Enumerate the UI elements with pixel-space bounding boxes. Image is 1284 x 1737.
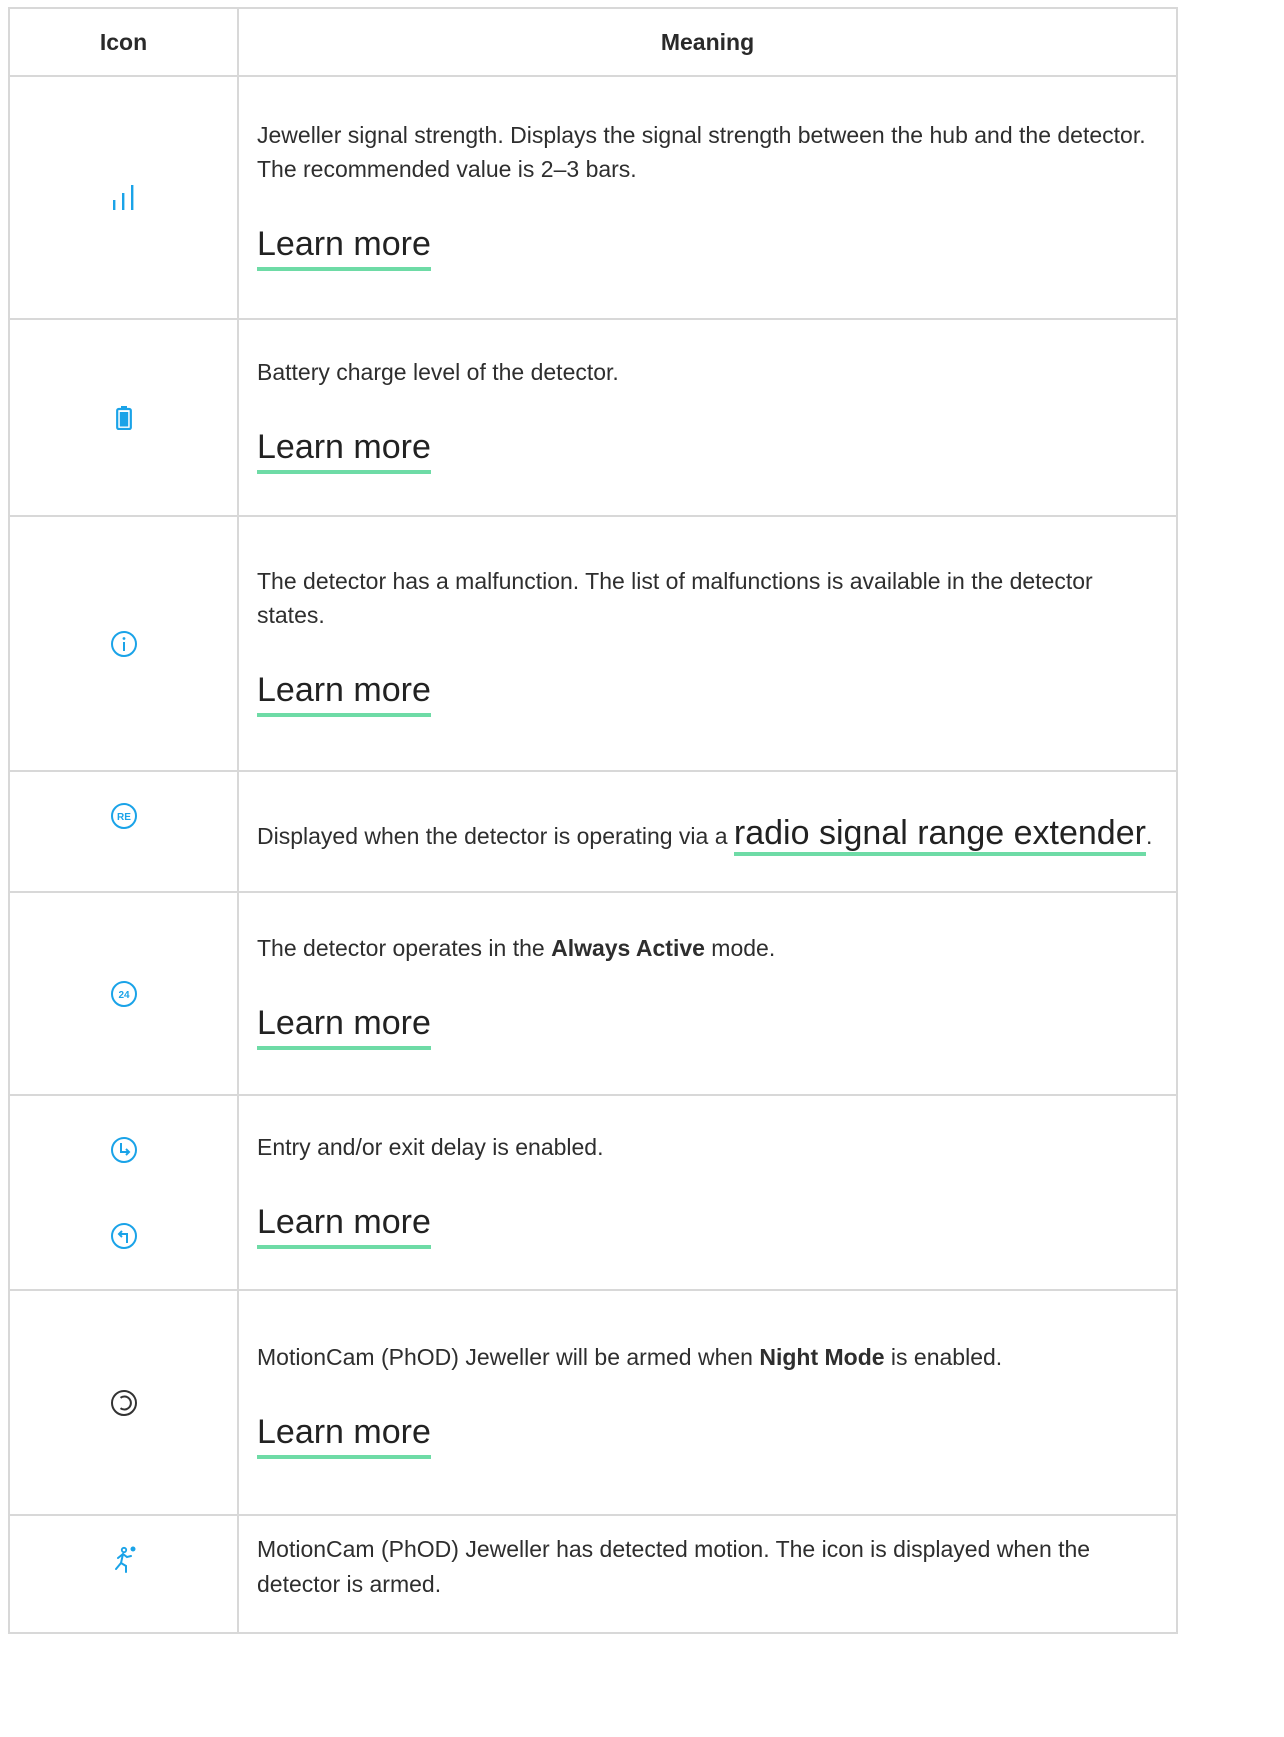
meaning-text: Entry and/or exit delay is enabled. (257, 1134, 604, 1160)
learn-more-link[interactable]: Learn more (257, 1002, 431, 1050)
icon-cell: 24 (8, 891, 239, 1096)
meaning-column-header: Meaning (237, 7, 1178, 77)
signal-strength-icon (10, 184, 237, 212)
meaning-cell: Displayed when the detector is operating… (237, 770, 1178, 893)
meaning-cell: Battery charge level of the detector. Le… (237, 318, 1178, 517)
meaning-cell: Jeweller signal strength. Displays the s… (237, 75, 1178, 320)
range-extender-icon-label: RE (117, 812, 131, 823)
meaning-text-before: Displayed when the detector is operating… (257, 823, 734, 850)
motion-detected-icon (10, 1544, 237, 1574)
table-header-row: Icon Meaning (8, 7, 1178, 77)
meaning-text: Displayed when the detector is operating… (257, 806, 1158, 860)
table-row: MotionCam (PhOD) Jeweller has detected m… (8, 1514, 1178, 1634)
meaning-text: The detector has a malfunction. The list… (257, 567, 1093, 629)
learn-more-link[interactable]: Learn more (257, 223, 431, 272)
table-row: Entry and/or exit delay is enabled. Lear… (8, 1094, 1178, 1291)
icon-cell: RE (8, 770, 239, 893)
learn-more-link[interactable]: Learn more (257, 1411, 431, 1459)
meaning-text-before: The detector operates in the (257, 935, 552, 961)
battery-icon (10, 405, 237, 430)
meaning-cell: Entry and/or exit delay is enabled. Lear… (237, 1094, 1178, 1291)
learn-more-link[interactable]: Learn more (257, 1201, 431, 1249)
table-row: Jeweller signal strength. Displays the s… (8, 75, 1178, 320)
table-row: 24 The detector operates in the Always A… (8, 891, 1178, 1096)
table-row: The detector has a malfunction. The list… (8, 515, 1178, 772)
meaning-cell: MotionCam (PhOD) Jeweller will be armed … (237, 1289, 1178, 1516)
table-row: RE Displayed when the detector is operat… (8, 770, 1178, 893)
learn-more-link[interactable]: Learn more (257, 426, 431, 474)
icon-cell (8, 1094, 239, 1291)
icons-table: Icon Meaning Jeweller signal strength. D… (8, 7, 1178, 1634)
icon-column-header: Icon (8, 7, 239, 77)
info-icon (10, 630, 237, 658)
meaning-text: MotionCam (PhOD) Jeweller will be armed … (257, 1340, 1158, 1375)
always-active-label: Always Active (551, 935, 705, 961)
icon-cell (8, 515, 239, 772)
meaning-cell: The detector operates in the Always Acti… (237, 891, 1178, 1096)
entry-delay-icon (110, 1136, 138, 1164)
meaning-text-after: is enabled. (884, 1344, 1003, 1370)
meaning-text-after: mode. (704, 935, 776, 961)
learn-more-link[interactable]: Learn more (257, 669, 431, 718)
meaning-cell: The detector has a malfunction. The list… (237, 515, 1178, 772)
meaning-cell: MotionCam (PhOD) Jeweller has detected m… (237, 1514, 1178, 1634)
icon-cell (8, 1289, 239, 1516)
icon-cell (8, 1514, 239, 1634)
meaning-text: The detector operates in the Always Acti… (257, 931, 1158, 966)
icon-cell (8, 75, 239, 320)
range-extender-icon: RE (10, 802, 237, 830)
icon-cell (8, 318, 239, 517)
meaning-text: Jeweller signal strength. Displays the s… (257, 121, 1146, 183)
night-mode-icon (10, 1389, 237, 1417)
always-active-icon-label: 24 (118, 990, 130, 1001)
night-mode-label: Night Mode (759, 1344, 885, 1370)
always-active-icon: 24 (10, 980, 237, 1008)
table-row: MotionCam (PhOD) Jeweller will be armed … (8, 1289, 1178, 1516)
meaning-text-before: MotionCam (PhOD) Jeweller will be armed … (257, 1344, 760, 1370)
range-extender-link[interactable]: radio signal range extender (733, 814, 1146, 857)
exit-delay-icon (110, 1222, 138, 1250)
meaning-text: Battery charge level of the detector. (257, 359, 619, 385)
table-row: Battery charge level of the detector. Le… (8, 318, 1178, 517)
meaning-text: MotionCam (PhOD) Jeweller has detected m… (257, 1536, 1091, 1597)
meaning-text-after: . (1145, 823, 1153, 850)
